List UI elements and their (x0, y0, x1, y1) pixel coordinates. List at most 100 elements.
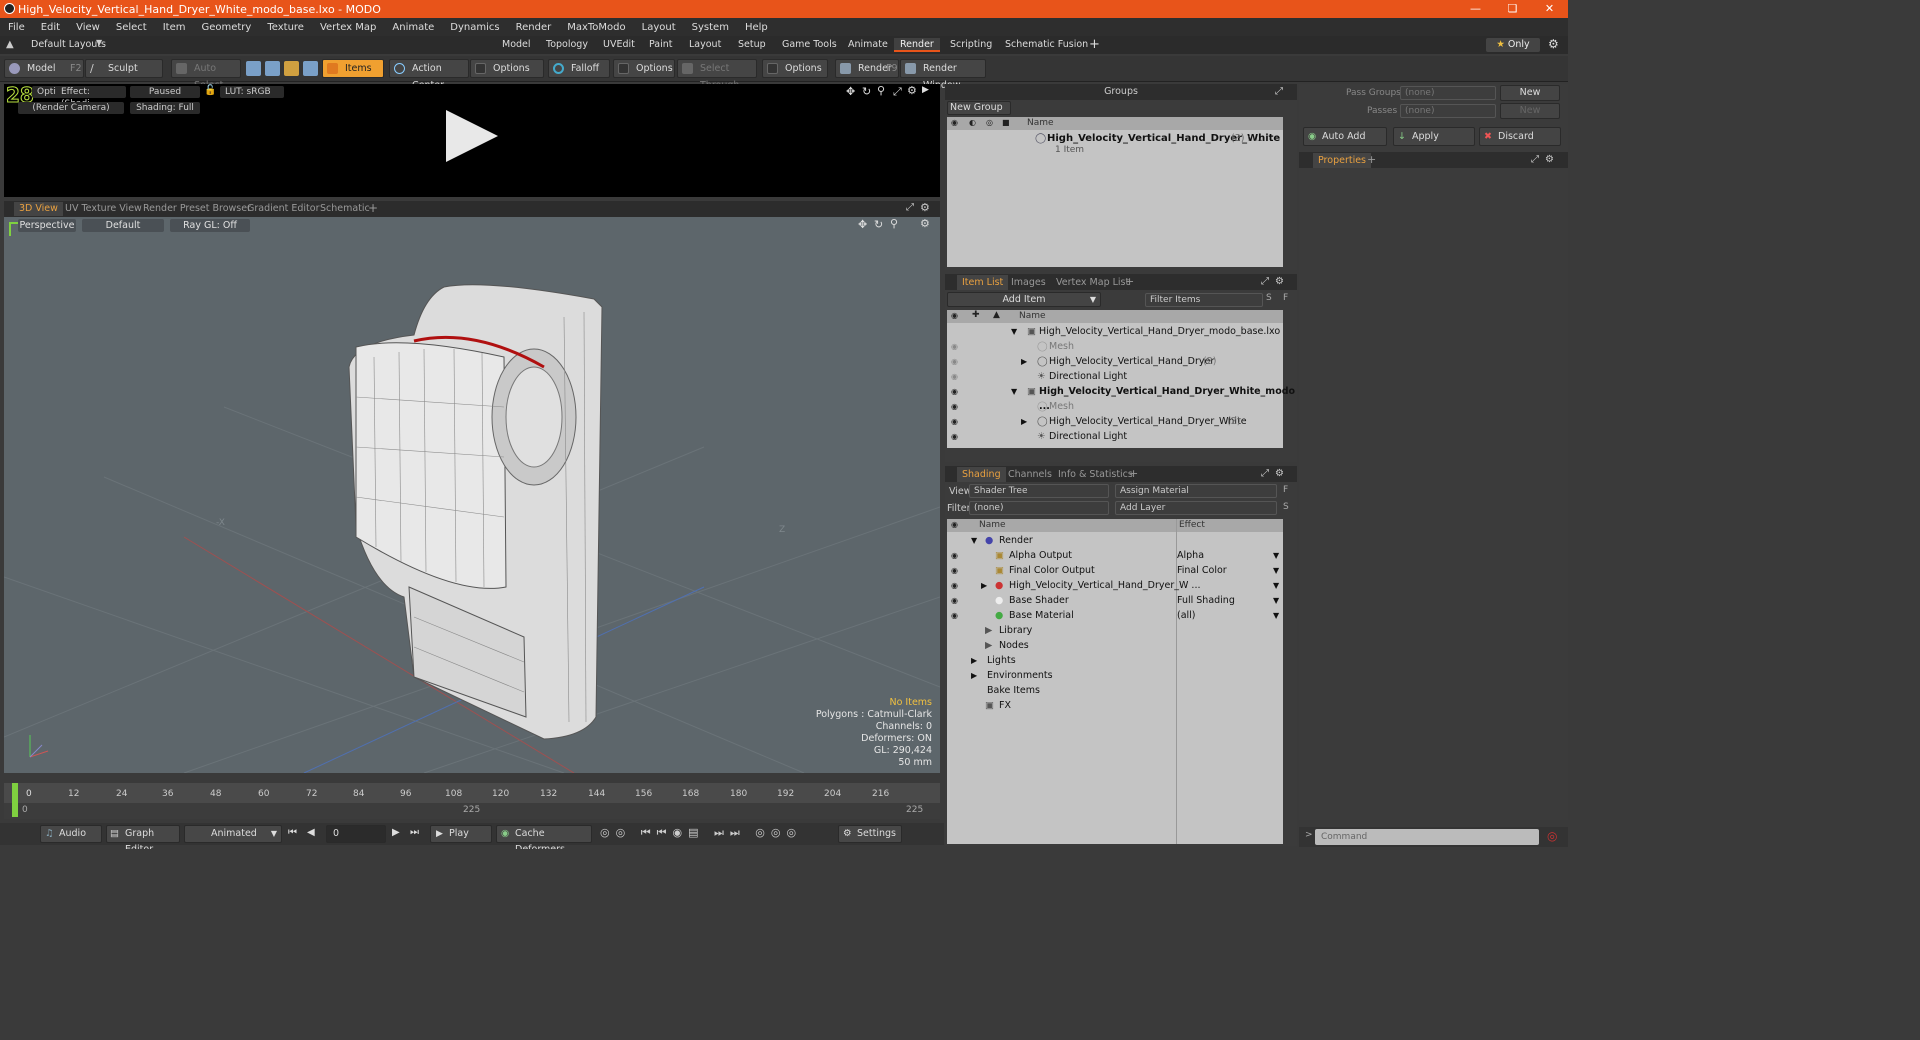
tab-uv-texture-view[interactable]: UV Texture View (60, 202, 147, 216)
lut-dropdown[interactable]: LUT: sRGB (220, 86, 284, 98)
pass-groups-dropdown[interactable]: (none) (1400, 86, 1496, 100)
shader-row-render[interactable]: ▼ ● Render (947, 533, 1283, 548)
tab-images[interactable]: Images (1006, 275, 1051, 290)
shader-effect[interactable]: (all) (1177, 608, 1196, 623)
record-icon[interactable]: ◎ (1547, 829, 1557, 843)
sculpt-button[interactable]: ∕ Sculpt (85, 59, 163, 78)
menu-render[interactable]: Render (508, 22, 560, 33)
eye-icon[interactable]: ◉ (951, 566, 961, 575)
tab-scripting[interactable]: Scripting (944, 38, 998, 52)
expand-icon[interactable]: ⤢ (906, 202, 914, 213)
chevron-down-icon[interactable]: ▼ (1273, 563, 1279, 578)
settings-button[interactable]: ⚙ Settings (838, 825, 902, 843)
expand-icon[interactable]: ⤢ (1261, 274, 1269, 290)
shader-effect[interactable]: Alpha (1177, 548, 1204, 563)
filter-icon[interactable]: F (1283, 293, 1288, 303)
tab-model[interactable]: Model (496, 38, 537, 52)
options-button-3[interactable]: Options (762, 59, 828, 78)
eye-icon[interactable]: ◉ (951, 372, 961, 381)
tab-game-tools[interactable]: Game Tools (776, 38, 843, 52)
animated-dropdown[interactable]: Animated ▼ (184, 825, 282, 843)
shader-row-library[interactable]: ▶ Library (947, 623, 1283, 638)
expand-icon[interactable]: ⤢ (893, 85, 902, 99)
list-item[interactable]: ▼ ▣ High_Velocity_Vertical_Hand_Dryer_modo… (947, 324, 1283, 339)
tab-schematic-fusion[interactable]: Schematic Fusion (999, 38, 1094, 52)
menu-geometry[interactable]: Geometry (193, 22, 259, 33)
play-button[interactable]: ▶ Play (430, 825, 492, 843)
lock-icon[interactable]: ✚ (972, 310, 980, 320)
gear-icon[interactable]: ⚙ (1545, 152, 1554, 168)
camera-dropdown[interactable]: (Render Camera) (18, 102, 124, 114)
chevron-down-icon[interactable]: ▼ (1273, 548, 1279, 563)
graph-editor-button[interactable]: ▤ Graph Editor (106, 825, 180, 849)
auto-select-button[interactable]: Auto Select (171, 59, 241, 91)
style-dropdown[interactable]: Default (82, 219, 164, 232)
add-tab-icon[interactable]: + (1129, 466, 1138, 482)
expand-icon[interactable]: ⤢ (1531, 152, 1539, 168)
tab-setup[interactable]: Setup (732, 38, 772, 52)
menu-dynamics[interactable]: Dynamics (442, 22, 507, 33)
menu-view[interactable]: View (68, 22, 108, 33)
model-button[interactable]: Model F2 (4, 59, 84, 78)
step-forward-icon[interactable]: ▶ (392, 827, 400, 838)
list-item[interactable]: ◉ ◯ Mesh (947, 339, 1283, 354)
filter-items-input[interactable]: Filter Items (1145, 293, 1263, 307)
polygons-mode-icon[interactable] (284, 61, 299, 76)
search-icon[interactable]: S (1266, 293, 1272, 303)
playhead[interactable] (12, 783, 18, 817)
menu-item[interactable]: Item (155, 22, 194, 33)
options-button-1[interactable]: Options (470, 59, 544, 78)
add-item-button[interactable]: Add Item ▼ (947, 292, 1101, 307)
shading-dropdown[interactable]: Shading: Full (130, 102, 200, 114)
assign-material-button[interactable]: Assign Material (1115, 484, 1277, 498)
chevron-down-icon[interactable]: ▼ (1273, 608, 1279, 623)
eye-icon[interactable]: ◉ (951, 311, 958, 320)
menu-system[interactable]: System (684, 22, 737, 33)
gear-icon[interactable]: ⚙ (1548, 37, 1559, 51)
eye-icon[interactable]: ◉ (951, 520, 958, 529)
discard-button[interactable]: ✖ Discard (1479, 127, 1561, 146)
menu-layout[interactable]: Layout (634, 22, 684, 33)
add-tab-icon[interactable]: + (1125, 274, 1134, 290)
render-preview[interactable]: 28 Options Effect: (Shadi... Paused 🔓 LU… (4, 84, 940, 197)
menu-animate[interactable]: Animate (384, 22, 442, 33)
menu-select[interactable]: Select (108, 22, 155, 33)
menu-file[interactable]: File (0, 22, 33, 33)
rotate-icon[interactable]: ↻ (874, 218, 883, 231)
paused-toggle[interactable]: Paused (130, 86, 200, 98)
effect-dropdown[interactable]: Effect: (Shadi... (56, 86, 126, 109)
skip-end-icon[interactable]: ⏭ (410, 827, 419, 838)
new-pass-group-button[interactable]: New (1500, 85, 1560, 101)
frame-input[interactable]: 0 (326, 825, 386, 843)
shader-row-base-material[interactable]: ◉ ● Base Material (all) ▼ (947, 608, 1283, 623)
play-icon[interactable] (444, 108, 500, 164)
action-center-button[interactable]: Action Center (389, 59, 469, 91)
shader-row-lights[interactable]: ▶ Lights (947, 653, 1283, 668)
tab-render[interactable]: Render (894, 38, 940, 52)
shader-effect[interactable]: Full Shading (1177, 593, 1235, 608)
select-through-button[interactable]: Select Through (677, 59, 757, 91)
gear-icon[interactable]: ⚙ (907, 84, 917, 97)
command-input[interactable]: Command (1315, 829, 1539, 845)
materials-mode-icon[interactable] (303, 61, 318, 76)
search-icon[interactable]: S (1283, 502, 1289, 512)
rotate-icon[interactable]: ↻ (862, 85, 871, 98)
list-item[interactable]: ◉ ▼ ▣ High_Velocity_Vertical_Hand_Dryer_Whi… (947, 384, 1295, 412)
tab-paint[interactable]: Paint (643, 38, 679, 52)
3d-viewport[interactable]: -X Z Perspective Default Ray GL: Off ✥ ↻… (4, 217, 940, 773)
skip-start-icon[interactable]: ⏮ (288, 827, 297, 838)
tab-render-preset-browser[interactable]: Render Preset Browser (138, 202, 256, 216)
tab-topology[interactable]: Topology (540, 38, 594, 52)
menu-vertex-map[interactable]: Vertex Map (312, 22, 384, 33)
eye-icon[interactable]: ◉ (951, 342, 961, 351)
gear-icon[interactable]: ⚙ (1275, 466, 1284, 482)
cache-deformers-button[interactable]: ◉ Cache Deformers (496, 825, 592, 849)
eye-icon[interactable]: ◉ (951, 611, 961, 620)
zoom-icon[interactable]: ⚲ (877, 84, 885, 97)
close-icon[interactable]: ✕ (1531, 0, 1568, 18)
render-button[interactable]: Render F9 (835, 59, 899, 78)
eye-icon[interactable]: ◉ (951, 402, 961, 411)
render-window-button[interactable]: Render Window (900, 59, 986, 91)
eye-icon[interactable]: ◉ (951, 417, 961, 426)
new-pass-button[interactable]: New (1500, 103, 1560, 119)
